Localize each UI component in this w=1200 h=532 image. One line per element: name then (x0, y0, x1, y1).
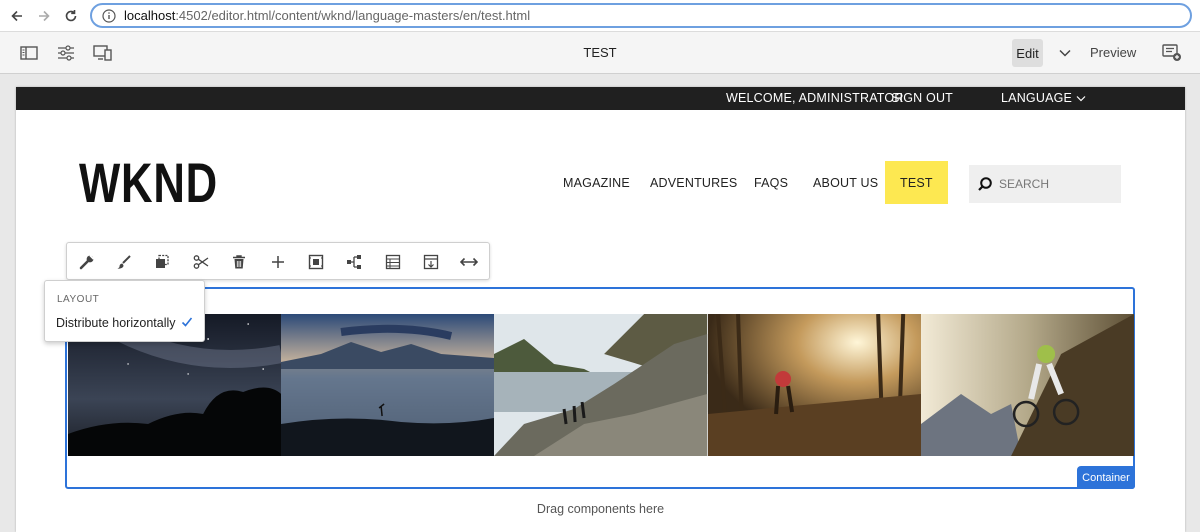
language-label: LANGUAGE (1001, 91, 1073, 105)
language-menu[interactable]: LANGUAGE (1001, 91, 1086, 105)
emulator-icon[interactable] (91, 41, 115, 65)
parent-icon[interactable] (342, 250, 366, 274)
search-box[interactable] (969, 165, 1121, 203)
insert-icon[interactable] (419, 250, 443, 274)
side-panel-icon[interactable] (17, 41, 41, 65)
brush-icon[interactable] (112, 250, 136, 274)
url-path: :4502/editor.html/content/wknd/language-… (175, 8, 531, 23)
cut-icon[interactable] (189, 250, 213, 274)
forest-hiker-image[interactable] (707, 314, 921, 456)
layout-popover: LAYOUT Distribute horizontally (44, 280, 205, 342)
popover-heading: LAYOUT (57, 294, 100, 305)
option-label: Distribute horizontally (56, 316, 176, 330)
nav-item-test[interactable]: TEST (885, 161, 948, 204)
editor-toolbar: TEST Edit Preview (0, 32, 1200, 74)
checkmark-icon (181, 317, 193, 327)
chevron-down-icon (1076, 96, 1086, 102)
url-input[interactable]: localhost:4502/editor.html/content/wknd/… (90, 3, 1192, 28)
back-icon[interactable] (6, 5, 28, 27)
search-icon (978, 177, 992, 191)
copy-icon[interactable] (150, 250, 174, 274)
preview-button[interactable]: Preview (1090, 45, 1136, 60)
sign-out-link[interactable]: SIGN OUT (891, 91, 953, 105)
add-icon[interactable] (266, 250, 290, 274)
delete-icon[interactable] (227, 250, 251, 274)
nav-item-adventures[interactable]: ADVENTURES (650, 161, 737, 204)
image-strip (68, 314, 1135, 456)
nav-item-faqs[interactable]: FAQS (754, 161, 788, 204)
info-icon[interactable] (102, 8, 116, 23)
lake-mountains-image[interactable] (281, 314, 495, 456)
site-topbar: WELCOME, ADMINISTRATOR SIGN OUT LANGUAGE (16, 87, 1185, 110)
browser-address-bar: localhost:4502/editor.html/content/wknd/… (0, 0, 1200, 32)
welcome-text: WELCOME, ADMINISTRATOR (726, 91, 904, 105)
search-input[interactable] (999, 177, 1109, 191)
chevron-down-icon[interactable] (1054, 42, 1076, 64)
distribute-icon[interactable] (457, 250, 481, 274)
nav-item-magazine[interactable]: MAGAZINE (563, 161, 630, 204)
container-badge[interactable]: Container (1077, 466, 1135, 489)
nav-item-about-us[interactable]: ABOUT US (813, 161, 878, 204)
layout-icon[interactable] (381, 250, 405, 274)
group-icon[interactable] (304, 250, 328, 274)
page-canvas: WELCOME, ADMINISTRATOR SIGN OUT LANGUAGE… (16, 87, 1185, 532)
edit-mode-button[interactable]: Edit (1012, 39, 1043, 67)
page-properties-icon[interactable] (54, 41, 78, 65)
forward-icon[interactable] (33, 5, 55, 27)
url-host: localhost (124, 8, 176, 23)
component-toolbar (66, 242, 490, 280)
drag-components-placeholder[interactable]: Drag components here (16, 502, 1185, 516)
reload-icon[interactable] (60, 5, 82, 27)
hikers-rocks-image[interactable] (494, 314, 708, 456)
annotations-icon[interactable] (1160, 41, 1184, 65)
mountain-biker-image[interactable] (920, 314, 1135, 456)
container-component[interactable]: Container (65, 287, 1135, 489)
wrench-icon[interactable] (75, 250, 99, 274)
distribute-horizontally-option[interactable]: Distribute horizontally (45, 308, 204, 338)
